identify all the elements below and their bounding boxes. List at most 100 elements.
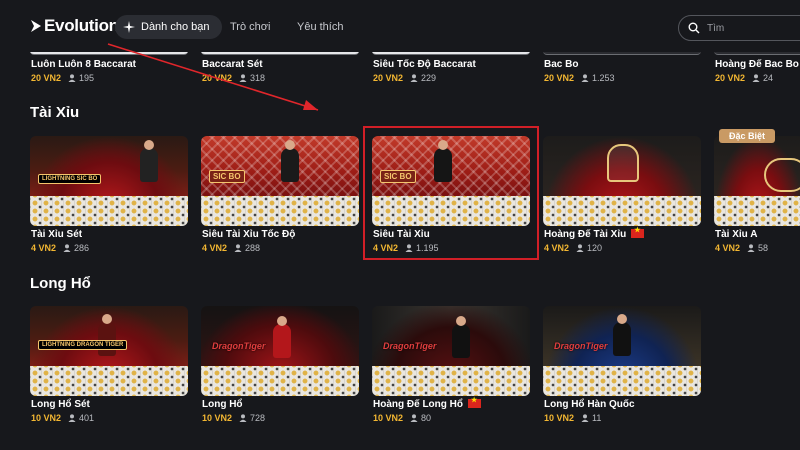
- user-icon: [581, 414, 589, 422]
- game-title[interactable]: Hoàng Đế Long Hổ: [373, 396, 481, 410]
- search-input[interactable]: Tìm: [678, 15, 800, 41]
- user-icon: [68, 74, 76, 82]
- game-card[interactable]: [714, 136, 800, 226]
- section-title-dragon-tiger: Long Hổ: [30, 275, 91, 292]
- game-meta: 4 VN2 120: [544, 243, 602, 253]
- game-card[interactable]: LIGHTNING SIC BO: [30, 136, 188, 226]
- bet-limit: 10 VN2: [31, 413, 62, 423]
- result-board: [30, 196, 188, 226]
- player-count: 229: [410, 73, 436, 83]
- game-card[interactable]: LIGHTNING DRAGON TIGER: [30, 306, 188, 396]
- game-thumbnail[interactable]: [372, 52, 530, 55]
- result-board: [201, 366, 359, 396]
- game-card[interactable]: DragonTiger: [372, 306, 530, 396]
- logo-text: Evolution: [44, 16, 119, 35]
- game-card[interactable]: [543, 136, 701, 226]
- game-thumbnail[interactable]: [201, 52, 359, 55]
- search-placeholder: Tìm: [707, 22, 725, 34]
- highlight-box: [363, 126, 539, 260]
- evolution-logo[interactable]: Evolution: [30, 16, 119, 36]
- result-board: [543, 366, 701, 396]
- game-title[interactable]: Siêu Tài Xỉu Tốc Độ: [202, 229, 295, 240]
- player-count: 401: [68, 413, 94, 423]
- game-title[interactable]: Long Hổ Sét: [31, 399, 90, 410]
- game-title-text: Hoàng Đế Tài Xỉu: [544, 229, 627, 240]
- game-logo-badge: LIGHTNING DRAGON TIGER: [38, 340, 128, 350]
- user-icon: [576, 244, 584, 252]
- game-title-text: Hoàng Đế Long Hổ: [373, 399, 463, 410]
- result-board: [714, 196, 800, 226]
- bet-limit: 20 VN2: [373, 73, 404, 83]
- player-count-value: 288: [245, 243, 261, 253]
- bet-limit: 4 VN2: [202, 243, 228, 253]
- player-count-value: 401: [79, 413, 95, 423]
- player-count-value: 195: [79, 73, 95, 83]
- user-icon: [752, 74, 760, 82]
- game-thumbnail: [543, 136, 701, 196]
- player-count: 24: [752, 73, 773, 83]
- game-title[interactable]: Hoàng Đế Tài Xỉu: [544, 226, 645, 240]
- tab-favorites[interactable]: Yêu thích: [297, 16, 343, 38]
- user-icon: [63, 244, 71, 252]
- game-title[interactable]: Luôn Luôn 8 Baccarat: [31, 59, 136, 70]
- player-count: 286: [63, 243, 89, 253]
- user-icon: [239, 74, 247, 82]
- game-title[interactable]: Hoàng Đế Bac Bo: [715, 59, 800, 70]
- player-count: 288: [234, 243, 260, 253]
- user-icon: [747, 244, 755, 252]
- game-meta: 20 VN2 1.253: [544, 73, 615, 83]
- game-card[interactable]: SIC BO: [201, 136, 359, 226]
- user-icon: [234, 244, 242, 252]
- game-title[interactable]: Baccarat Sét: [202, 59, 263, 70]
- game-thumbnail[interactable]: [714, 52, 800, 55]
- player-count: 80: [410, 413, 431, 423]
- result-board: [372, 366, 530, 396]
- player-count-value: 318: [250, 73, 266, 83]
- game-meta: 20 VN2 229: [373, 73, 436, 83]
- player-count-value: 1.253: [592, 73, 615, 83]
- game-logo-badge: DragonTiger: [554, 341, 608, 351]
- game-card[interactable]: DragonTiger: [201, 306, 359, 396]
- section-title-sic-bo: Tài Xỉu: [30, 104, 80, 121]
- player-count: 120: [576, 243, 602, 253]
- game-thumbnail: SIC BO: [201, 136, 359, 196]
- dealer-figure: [140, 140, 158, 182]
- bet-limit: 20 VN2: [202, 73, 233, 83]
- top-bar: Evolution Dành cho bạn Trò chơi Yêu thíc…: [0, 0, 800, 52]
- player-count-value: 80: [421, 413, 432, 423]
- bet-limit: 20 VN2: [715, 73, 746, 83]
- bet-limit: 10 VN2: [373, 413, 404, 423]
- game-meta: 20 VN2 195: [31, 73, 94, 83]
- dealer-figure: [281, 140, 299, 182]
- dealer-figure: [273, 316, 291, 358]
- dice-shaker: [607, 144, 639, 182]
- game-title[interactable]: Long Hổ: [202, 399, 243, 410]
- game-thumbnail[interactable]: [543, 52, 701, 55]
- tab-for-you[interactable]: Dành cho bạn: [115, 15, 222, 39]
- vietnam-flag-icon: [631, 226, 645, 238]
- evolution-logo-icon: [31, 20, 41, 32]
- bet-limit: 4 VN2: [544, 243, 570, 253]
- player-count: 195: [68, 73, 94, 83]
- game-meta: 4 VN2 58: [715, 243, 768, 253]
- sparkle-icon: [123, 21, 135, 33]
- game-title[interactable]: Long Hổ Hàn Quốc: [544, 399, 635, 410]
- player-count: 318: [239, 73, 265, 83]
- dealer-figure: [98, 314, 116, 356]
- dealer-figure: [613, 314, 631, 356]
- result-board: [543, 196, 701, 226]
- game-card[interactable]: DragonTiger: [543, 306, 701, 396]
- game-thumbnail: DragonTiger: [201, 306, 359, 366]
- game-title[interactable]: Siêu Tốc Độ Baccarat: [373, 59, 476, 70]
- game-title[interactable]: Bac Bo: [544, 59, 578, 70]
- player-count-value: 229: [421, 73, 437, 83]
- bet-limit: 4 VN2: [31, 243, 57, 253]
- player-count-value: 728: [250, 413, 266, 423]
- tab-games[interactable]: Trò chơi: [230, 16, 270, 38]
- game-thumbnail[interactable]: [30, 52, 188, 55]
- game-title[interactable]: Tài Xỉu A: [715, 229, 757, 240]
- result-board: [201, 196, 359, 226]
- game-thumbnail: [714, 136, 800, 196]
- game-title[interactable]: Tài Xỉu Sét: [31, 229, 82, 240]
- game-logo-badge: SIC BO: [209, 170, 245, 183]
